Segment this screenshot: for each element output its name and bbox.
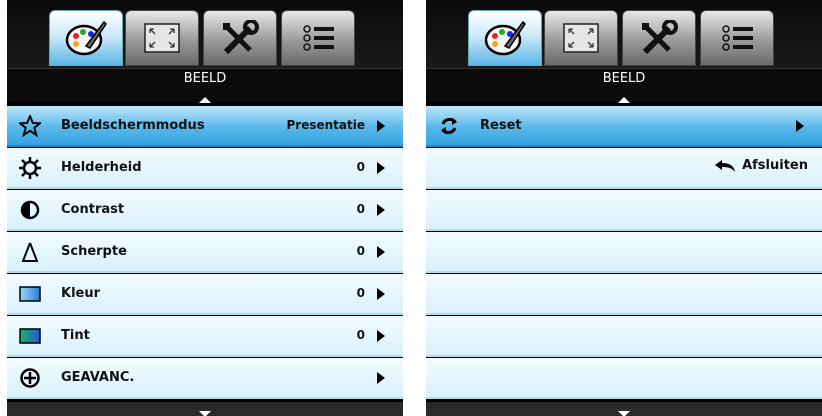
chevron-right-icon: [377, 246, 385, 258]
menu-item-reset[interactable]: Reset: [426, 106, 822, 147]
chevron-right-icon: [377, 162, 385, 174]
menu-item-color[interactable]: Kleur 0: [7, 274, 403, 315]
tab-bar: [7, 0, 403, 68]
screen-resize-icon: [144, 23, 180, 53]
menu-item-display-mode[interactable]: Beeldschermmodus Presentatie: [7, 106, 403, 147]
tab-picture[interactable]: [49, 10, 123, 66]
menu-item-tint[interactable]: Tint 0: [7, 316, 403, 357]
menu-item-value: 0: [356, 328, 365, 342]
scroll-down-arrow[interactable]: [7, 402, 403, 416]
menu-item-label: GEAVANC.: [61, 370, 135, 385]
back-arrow-icon: [715, 159, 736, 172]
menu-item-label: Tint: [61, 328, 90, 343]
menu-item-value: 0: [356, 160, 365, 174]
menu-item-sharpness[interactable]: Scherpte 0: [7, 232, 403, 273]
empty-row: [426, 274, 822, 315]
tint-swatch-icon: [19, 325, 41, 347]
tab-settings[interactable]: [622, 10, 696, 66]
menu-item-advanced[interactable]: GEAVANC.: [7, 358, 403, 399]
osd-menu-right: BEELD Reset Afsluiten: [426, 0, 822, 416]
scroll-down-arrow[interactable]: [426, 402, 822, 416]
empty-row: [426, 232, 822, 273]
star-icon: [19, 115, 41, 137]
chevron-right-icon: [377, 120, 385, 132]
menu-item-value: 0: [356, 244, 365, 258]
tab-picture[interactable]: [468, 10, 542, 66]
tab-display[interactable]: [125, 10, 199, 66]
menu-item-value: Presentatie: [286, 118, 366, 132]
empty-row: [426, 358, 822, 399]
screen-resize-icon: [563, 23, 599, 53]
chevron-right-icon: [796, 120, 804, 132]
section-title: BEELD: [426, 68, 822, 89]
tools-icon: [642, 20, 678, 55]
menu-item-contrast[interactable]: Contrast 0: [7, 190, 403, 231]
menu-item-label: Contrast: [61, 202, 125, 217]
chevron-right-icon: [377, 372, 385, 384]
menu-item-label: Scherpte: [61, 244, 127, 259]
palette-icon: [65, 20, 107, 56]
menu-item-value: 0: [356, 286, 365, 300]
sun-icon: [19, 157, 41, 179]
empty-row: [426, 316, 822, 357]
osd-menu-left: BEELD Beeldschermmodus Presentatie Helde…: [7, 0, 403, 416]
section-title: BEELD: [7, 68, 403, 89]
tab-settings[interactable]: [203, 10, 277, 66]
scroll-up-arrow[interactable]: [7, 88, 403, 103]
color-swatch-icon: [19, 283, 41, 305]
reset-icon: [438, 115, 460, 137]
list-icon: [722, 25, 753, 51]
list-icon: [303, 25, 334, 51]
exit-button[interactable]: Afsluiten: [714, 158, 808, 173]
menu-item-label: Helderheid: [61, 160, 142, 175]
tab-options[interactable]: [700, 10, 774, 66]
scroll-up-arrow[interactable]: [426, 88, 822, 103]
menu-item-value: 0: [356, 202, 365, 216]
tab-bar: [426, 0, 822, 68]
menu-item-label: Beeldschermmodus: [61, 118, 205, 133]
menu-item-label: Reset: [480, 118, 522, 133]
chevron-right-icon: [377, 204, 385, 216]
tab-display[interactable]: [544, 10, 618, 66]
chevron-right-icon: [377, 330, 385, 342]
empty-row: [426, 190, 822, 231]
plus-circle-icon: [19, 367, 41, 389]
tab-options[interactable]: [281, 10, 355, 66]
delta-icon: [19, 241, 41, 263]
menu-item-exit[interactable]: Afsluiten: [426, 148, 822, 189]
contrast-icon: [19, 199, 41, 221]
tools-icon: [223, 20, 259, 55]
chevron-right-icon: [377, 288, 385, 300]
palette-icon: [484, 20, 526, 56]
menu-item-brightness[interactable]: Helderheid 0: [7, 148, 403, 189]
exit-label: Afsluiten: [742, 158, 808, 173]
menu-item-label: Kleur: [61, 286, 101, 301]
